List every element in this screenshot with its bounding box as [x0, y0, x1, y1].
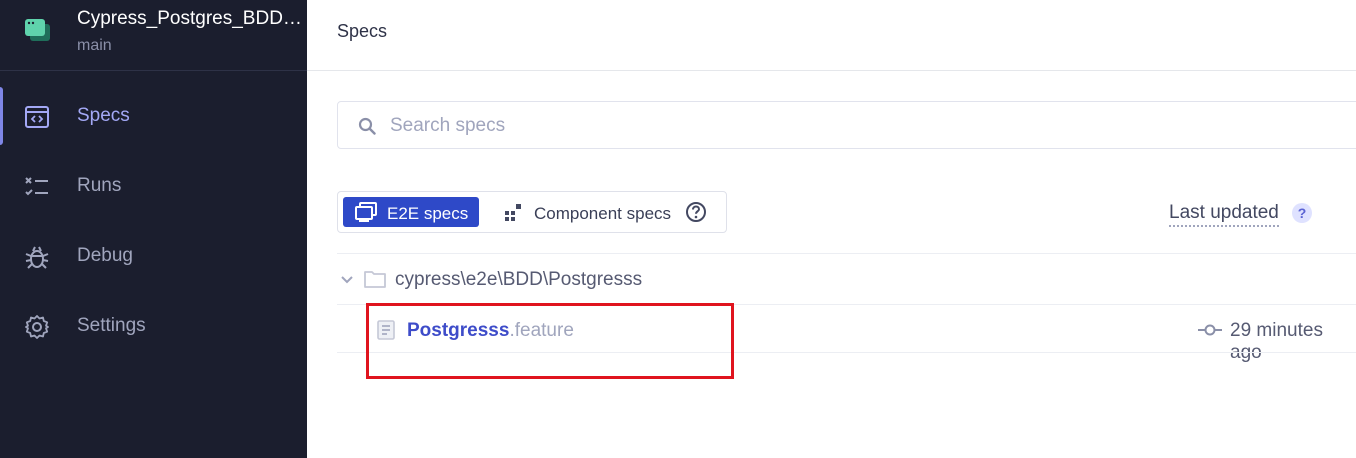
- spec-type-toggle: E2E specs Component specs: [337, 191, 727, 233]
- sidebar-item-specs[interactable]: Specs: [0, 87, 307, 145]
- sidebar-item-label: Settings: [77, 315, 146, 336]
- help-icon[interactable]: ?: [1292, 203, 1312, 223]
- sidebar-item-debug[interactable]: Debug: [0, 232, 307, 282]
- e2e-icon: [355, 202, 377, 222]
- divider: [337, 253, 1356, 254]
- sidebar-item-label: Debug: [77, 245, 133, 266]
- search-box[interactable]: [337, 101, 1356, 149]
- sidebar-item-runs[interactable]: Runs: [0, 162, 307, 212]
- sidebar-item-label: Runs: [77, 175, 122, 196]
- search-input[interactable]: [388, 110, 1292, 142]
- runs-icon: [25, 177, 48, 196]
- e2e-specs-button[interactable]: E2E specs: [343, 197, 479, 227]
- folder-row[interactable]: cypress\e2e\BDD\Postgresss: [337, 262, 1356, 300]
- sidebar-item-label: Specs: [77, 105, 130, 126]
- sidebar: Cypress_Postgres_BDD_Framework main Spec…: [0, 0, 307, 458]
- last-updated-time: 29 minutes ago: [1230, 320, 1323, 363]
- project-title: Cypress_Postgres_BDD_Framework: [77, 8, 302, 29]
- folder-icon: [364, 271, 386, 288]
- branch-name: main: [77, 37, 112, 54]
- git-commit-icon: [1198, 324, 1222, 336]
- component-specs-button[interactable]: Component specs: [498, 197, 723, 227]
- component-specs-label: Component specs: [534, 204, 672, 223]
- project-icon: [25, 19, 50, 41]
- search-icon: [358, 117, 376, 135]
- bug-icon: [25, 246, 49, 269]
- folder-path: cypress\e2e\BDD\Postgresss: [395, 269, 643, 290]
- project-header[interactable]: Cypress_Postgres_BDD_Framework main: [0, 0, 307, 71]
- page-title: Specs: [337, 21, 388, 41]
- top-bar: Specs: [307, 0, 1356, 71]
- active-indicator: [0, 87, 3, 145]
- main-content: Specs E2E specs Component spec: [307, 0, 1356, 458]
- highlight-box: [366, 303, 734, 379]
- sidebar-item-settings[interactable]: Settings: [0, 302, 307, 352]
- chevron-down-icon: [341, 276, 353, 284]
- last-updated-header[interactable]: Last updated: [1169, 202, 1279, 227]
- component-icon: [505, 204, 521, 221]
- e2e-specs-label: E2E specs: [387, 204, 469, 223]
- specs-icon: [25, 106, 49, 128]
- help-circle-icon[interactable]: [685, 201, 707, 223]
- gear-icon: [25, 315, 49, 339]
